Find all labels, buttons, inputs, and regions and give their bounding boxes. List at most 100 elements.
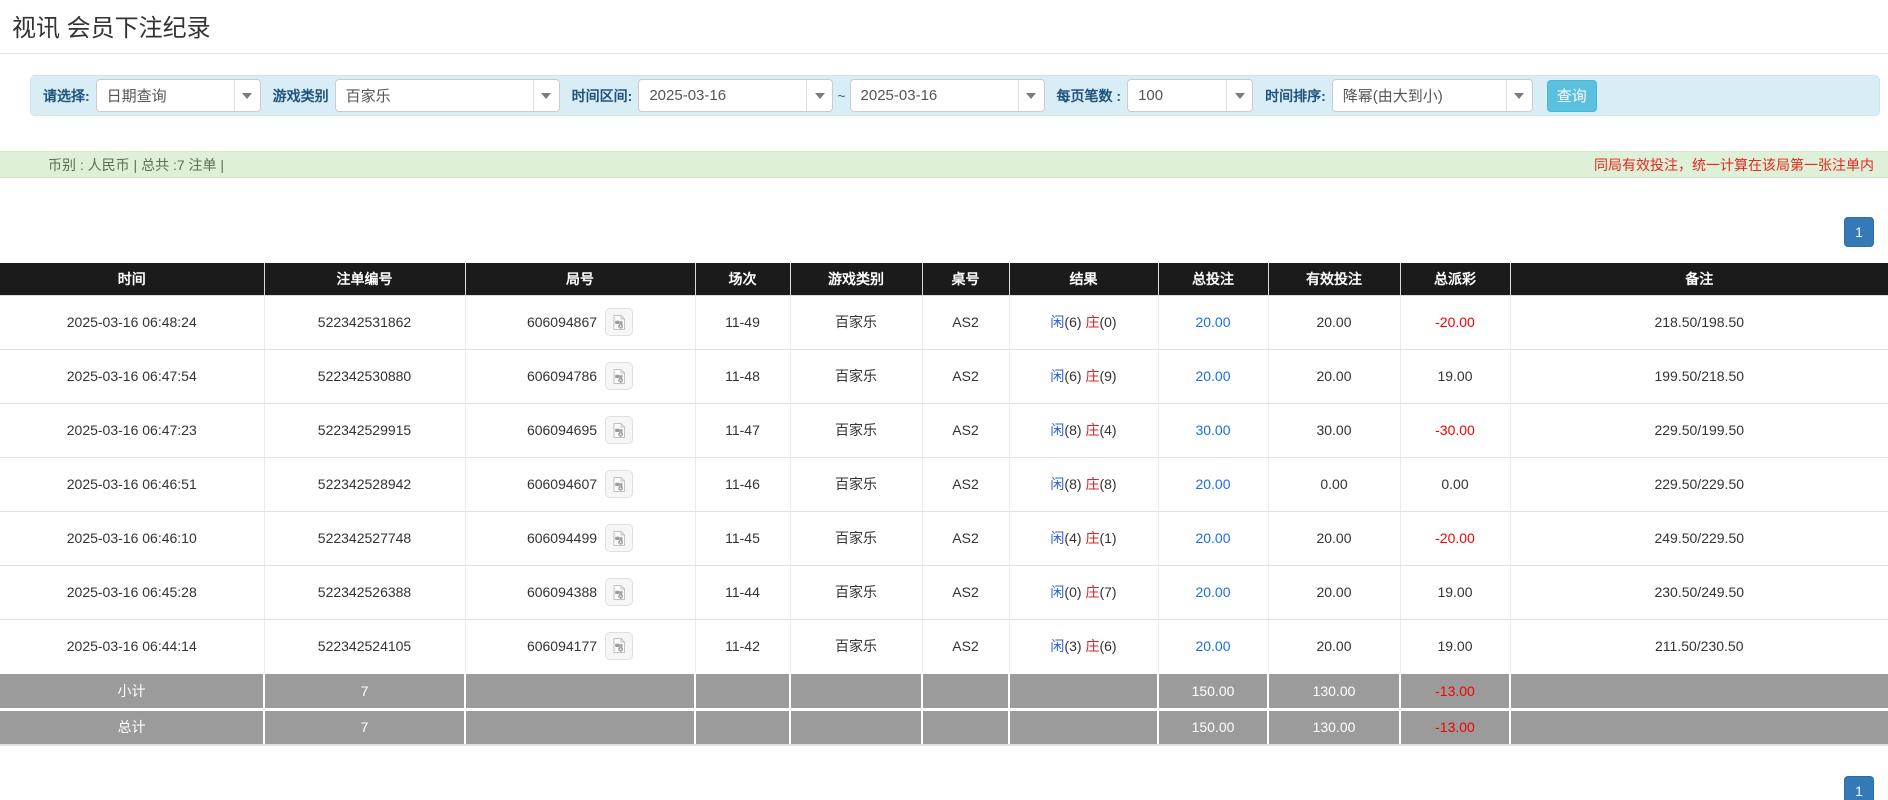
remark-cell: 229.50/199.50 <box>1510 403 1888 457</box>
player-result-label: 闲 <box>1050 530 1064 546</box>
table-no-cell: AS2 <box>922 295 1009 349</box>
player-result-label: 闲 <box>1050 584 1064 600</box>
filter-group-sort: 时间排序: 降幂(由大到小) <box>1259 79 1533 112</box>
video-replay-button[interactable] <box>605 362 633 390</box>
remark-cell: 249.50/229.50 <box>1510 511 1888 565</box>
date-from-select[interactable]: 2025-03-16 <box>638 79 833 112</box>
valid-bet-cell: 20.00 <box>1268 349 1400 403</box>
video-replay-button[interactable] <box>605 416 633 444</box>
time-cell: 2025-03-16 06:48:24 <box>0 295 264 349</box>
player-result-label: 闲 <box>1050 368 1064 384</box>
banker-result-score: (8) <box>1099 476 1116 492</box>
date-to-select[interactable]: 2025-03-16 <box>850 79 1045 112</box>
video-file-icon <box>611 637 628 654</box>
total-bet-link[interactable]: 20.00 <box>1158 349 1268 403</box>
payout-cell: -30.00 <box>1400 403 1510 457</box>
remark-cell: 211.50/230.50 <box>1510 619 1888 673</box>
player-result-score: (8) <box>1064 422 1081 438</box>
payout-cell: 19.00 <box>1400 565 1510 619</box>
query-button[interactable]: 查询 <box>1547 80 1597 112</box>
bet-id-cell: 522342528942 <box>264 457 465 511</box>
subtotal-valid-bet: 130.00 <box>1268 673 1400 709</box>
filter-group-game-type: 游戏类别 百家乐 <box>267 79 560 112</box>
player-result-score: (3) <box>1064 638 1081 654</box>
sort-select[interactable]: 降幂(由大到小) <box>1332 79 1533 112</box>
chevron-down-icon <box>234 80 260 111</box>
table-row: 2025-03-16 06:45:28 522342526388 6060943… <box>0 565 1888 619</box>
valid-bet-cell: 0.00 <box>1268 457 1400 511</box>
game-type-cell: 百家乐 <box>790 295 922 349</box>
remark-cell: 229.50/229.50 <box>1510 457 1888 511</box>
total-bet-link[interactable]: 20.00 <box>1158 295 1268 349</box>
round-id-value: 606094388 <box>527 584 597 600</box>
video-replay-button[interactable] <box>605 470 633 498</box>
result-cell: 闲(0) 庄(7) <box>1009 565 1158 619</box>
player-result-score: (6) <box>1064 368 1081 384</box>
video-file-icon <box>611 368 628 385</box>
payout-cell: -20.00 <box>1400 295 1510 349</box>
player-result-label: 闲 <box>1050 638 1064 654</box>
total-bet-link[interactable]: 20.00 <box>1158 457 1268 511</box>
page-size-select[interactable]: 100 <box>1127 79 1253 112</box>
page-1-button[interactable]: 1 <box>1844 776 1874 800</box>
banker-result-label: 庄 <box>1085 638 1099 654</box>
filter-group-page-size: 每页笔数 : 100 <box>1051 79 1254 112</box>
total-bet-link[interactable]: 20.00 <box>1158 619 1268 673</box>
table-no-cell: AS2 <box>922 565 1009 619</box>
date-from-value: 2025-03-16 <box>639 80 806 111</box>
table-body: 2025-03-16 06:48:24 522342531862 6060948… <box>0 295 1888 745</box>
game-type-cell: 百家乐 <box>790 457 922 511</box>
game-type-cell: 百家乐 <box>790 349 922 403</box>
game-type-value: 百家乐 <box>336 80 533 111</box>
game-type-label: 游戏类别 <box>273 86 329 106</box>
col-valid-bet: 有效投注 <box>1268 263 1400 295</box>
chevron-down-icon <box>1506 80 1532 111</box>
payout-cell: -20.00 <box>1400 511 1510 565</box>
result-cell: 闲(4) 庄(1) <box>1009 511 1158 565</box>
page-size-value: 100 <box>1128 80 1226 111</box>
bet-id-cell: 522342524105 <box>264 619 465 673</box>
result-cell: 闲(3) 庄(6) <box>1009 619 1158 673</box>
total-bet-link[interactable]: 20.00 <box>1158 511 1268 565</box>
session-cell: 11-45 <box>695 511 790 565</box>
page-1-button[interactable]: 1 <box>1844 217 1874 247</box>
round-id-cell: 606094499 <box>465 511 695 565</box>
table-row: 2025-03-16 06:47:23 522342529915 6060946… <box>0 403 1888 457</box>
round-id-value: 606094695 <box>527 422 597 438</box>
remark-cell: 199.50/218.50 <box>1510 349 1888 403</box>
session-cell: 11-47 <box>695 403 790 457</box>
bet-id-cell: 522342526388 <box>264 565 465 619</box>
total-payout: -13.00 <box>1400 709 1510 745</box>
subtotal-total-bet: 150.00 <box>1158 673 1268 709</box>
game-type-select[interactable]: 百家乐 <box>335 79 560 112</box>
video-replay-button[interactable] <box>605 632 633 660</box>
banker-result-label: 庄 <box>1085 368 1099 384</box>
chevron-down-icon <box>806 80 832 111</box>
currency-summary-bar: 币别 : 人民币 | 总共 :7 注单 | 同局有效投注，统一计算在该局第一张注… <box>0 151 1888 178</box>
bet-id-cell: 522342531862 <box>264 295 465 349</box>
video-replay-button[interactable] <box>605 524 633 552</box>
payout-cell: 0.00 <box>1400 457 1510 511</box>
table-no-cell: AS2 <box>922 457 1009 511</box>
banker-result-score: (6) <box>1099 638 1116 654</box>
currency-total-text: 币别 : 人民币 | 总共 :7 注单 | <box>48 155 224 175</box>
chevron-down-icon <box>1018 80 1044 111</box>
valid-bet-cell: 30.00 <box>1268 403 1400 457</box>
query-type-value: 日期查询 <box>97 80 234 111</box>
table-row: 2025-03-16 06:44:14 522342524105 6060941… <box>0 619 1888 673</box>
banker-result-score: (0) <box>1099 314 1116 330</box>
total-bet-link[interactable]: 30.00 <box>1158 403 1268 457</box>
table-row: 2025-03-16 06:46:10 522342527748 6060944… <box>0 511 1888 565</box>
filter-group-select-type: 请选择: 日期查询 <box>37 79 261 112</box>
total-total-bet: 150.00 <box>1158 709 1268 745</box>
video-replay-button[interactable] <box>605 308 633 336</box>
page-header: 视讯 会员下注纪录 <box>0 0 1888 54</box>
col-round-id: 局号 <box>465 263 695 295</box>
query-type-select[interactable]: 日期查询 <box>96 79 261 112</box>
total-bet-link[interactable]: 20.00 <box>1158 565 1268 619</box>
banker-result-score: (4) <box>1099 422 1116 438</box>
player-result-score: (4) <box>1064 530 1081 546</box>
filter-group-date-range: 时间区间: 2025-03-16 ~ 2025-03-16 <box>566 79 1045 112</box>
video-replay-button[interactable] <box>605 578 633 606</box>
valid-bet-cell: 20.00 <box>1268 511 1400 565</box>
